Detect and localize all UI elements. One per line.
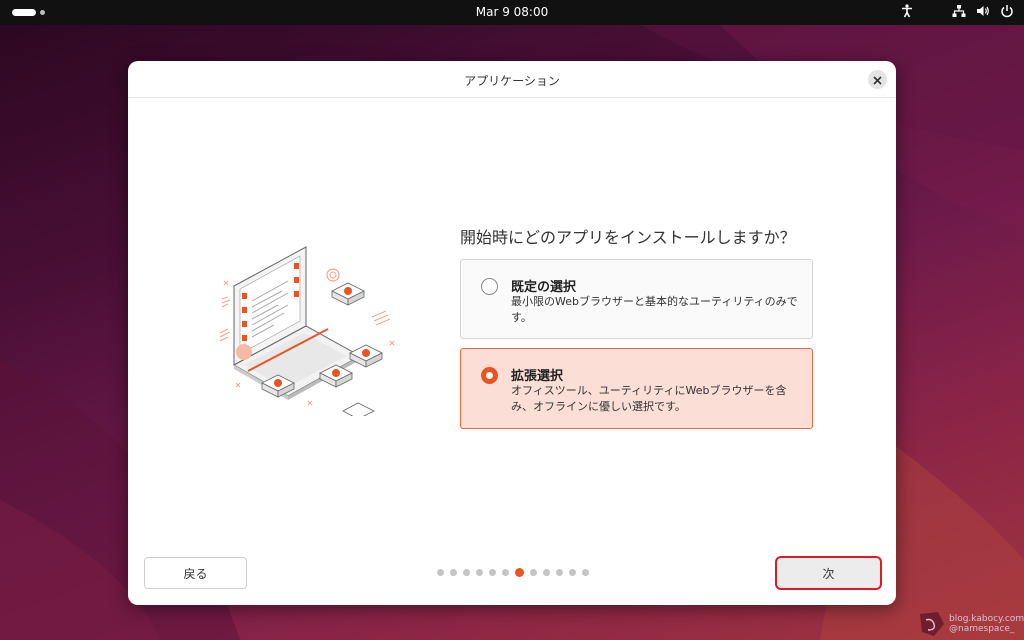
watermark: blog.kabocy.com @namespace_ bbox=[949, 614, 1024, 634]
option-default-selection[interactable]: 既定の選択 最小限のWebブラウザーと基本的なユーティリティのみです。 bbox=[460, 259, 813, 339]
option-description: 最小限のWebブラウザーと基本的なユーティリティのみです。 bbox=[511, 295, 798, 324]
option-title: 拡張選択 bbox=[511, 369, 564, 384]
step-dot bbox=[569, 569, 576, 576]
close-button[interactable] bbox=[868, 70, 887, 89]
step-dot bbox=[556, 569, 563, 576]
step-dot bbox=[582, 569, 589, 576]
radio-default-selection[interactable] bbox=[481, 278, 498, 295]
watermark-logo-icon bbox=[916, 610, 948, 640]
option-title: 既定の選択 bbox=[511, 280, 577, 295]
step-dot bbox=[489, 569, 496, 576]
watermark-line1: blog.kabocy.com bbox=[949, 614, 1024, 624]
step-dot bbox=[450, 569, 457, 576]
option-extended-selection[interactable]: 拡張選択 オフィスツール、ユーティリティにWebブラウザーを含み、オフラインに優… bbox=[460, 348, 813, 429]
step-dot bbox=[502, 569, 509, 576]
dialog-header: アプリケーション bbox=[128, 61, 896, 98]
question-heading: 開始時にどのアプリをインストールしますか？ bbox=[460, 228, 796, 247]
laptop-apps-illustration bbox=[208, 210, 408, 420]
watermark-line2: @namespace_ bbox=[949, 624, 1015, 634]
volume-icon[interactable] bbox=[976, 4, 990, 18]
system-tray[interactable] bbox=[900, 4, 1014, 18]
accessibility-icon[interactable] bbox=[900, 4, 914, 18]
top-bar: Mar 9 08:00 bbox=[0, 0, 1024, 25]
clock[interactable]: Mar 9 08:00 bbox=[0, 5, 1024, 19]
installer-dialog: アプリケーション 開始時にどのアプリをインストールしますか？ 既定の選択 最小限… bbox=[128, 61, 896, 605]
step-indicator bbox=[437, 568, 589, 577]
step-dot-active bbox=[515, 568, 524, 577]
step-dot bbox=[543, 569, 550, 576]
step-dot bbox=[437, 569, 444, 576]
back-button[interactable]: 戻る bbox=[144, 557, 247, 589]
step-dot bbox=[476, 569, 483, 576]
dialog-title: アプリケーション bbox=[464, 74, 560, 88]
radio-extended-selection[interactable] bbox=[481, 367, 498, 384]
step-dot bbox=[463, 569, 470, 576]
network-icon[interactable] bbox=[952, 4, 966, 18]
power-icon[interactable] bbox=[1000, 4, 1014, 18]
close-icon bbox=[873, 70, 882, 89]
step-dot bbox=[530, 569, 537, 576]
next-button[interactable]: 次 bbox=[775, 556, 882, 590]
option-description: オフィスツール、ユーティリティにWebブラウザーを含み、オフラインに優しい選択で… bbox=[511, 384, 787, 413]
